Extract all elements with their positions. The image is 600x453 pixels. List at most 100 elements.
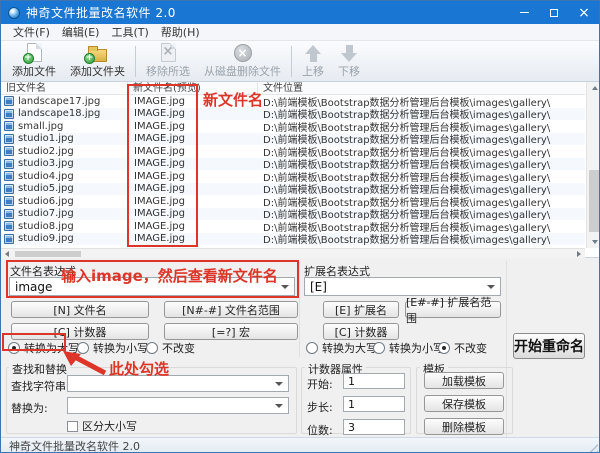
scroll-down-button[interactable]: [587, 236, 600, 248]
counter-start-label: 开始:: [307, 376, 333, 392]
horizontal-scroll-thumb[interactable]: [15, 251, 81, 257]
menu-item[interactable]: 文件(F): [7, 23, 56, 41]
minimize-icon: [520, 12, 529, 13]
toolbar-separator: [135, 46, 136, 77]
chevron-down-icon[interactable]: [483, 279, 499, 294]
app-window: 神奇文件批量改名软件 2.0 × 文件(F)编辑(E)工具(T)帮助(H) + …: [0, 0, 600, 453]
radio-icon: [306, 342, 318, 354]
insert-extension-button[interactable]: [E] 扩展名: [323, 301, 399, 318]
titlebar: 神奇文件批量改名软件 2.0 ×: [1, 1, 599, 24]
radio-icon: [8, 342, 20, 354]
menu-item[interactable]: 帮助(H): [155, 23, 206, 41]
replace-with-label: 替换为:: [11, 400, 48, 416]
image-file-icon: [4, 109, 14, 119]
minimize-button[interactable]: [509, 1, 539, 24]
new-file-name: IMAGE.jpg: [128, 221, 258, 232]
table-row[interactable]: studio9.jpg IMAGE.jpg D:\前端模板\Bootstrap数…: [1, 233, 585, 246]
chevron-down-icon[interactable]: [271, 399, 287, 412]
toolbar: + 添加文件 + 添加文件夹 × 移除所选 × 从磁盘删除文件: [1, 41, 599, 82]
vertical-scroll-thumb[interactable]: [589, 170, 600, 232]
insert-counter-button[interactable]: [C] 计数器: [11, 323, 149, 340]
find-string-label: 查找字符串:: [11, 378, 70, 394]
vertical-scrollbar[interactable]: [586, 82, 600, 248]
remove-selected-button: × 移除所选: [139, 43, 197, 80]
insert-filename-button[interactable]: [N] 文件名: [11, 301, 149, 318]
move-down-icon: [341, 45, 357, 62]
old-file-name: studio1.jpg: [18, 133, 74, 144]
annotation-input-hint: 输入image，然后查看新文件名: [61, 265, 278, 286]
file-path: D:\前端模板\Bootstrap数据分析管理后台模板\images\galle…: [258, 231, 585, 246]
old-file-name: studio4.jpg: [18, 171, 74, 182]
close-button[interactable]: ×: [569, 1, 599, 24]
new-file-name: IMAGE.jpg: [128, 171, 258, 182]
add-file-button[interactable]: + 添加文件: [5, 43, 63, 80]
menu-item[interactable]: 编辑(E): [56, 23, 106, 41]
image-file-icon: [4, 96, 14, 106]
ext-expression-value: [E]: [310, 280, 327, 294]
counter-start-input[interactable]: [343, 373, 405, 389]
image-file-icon: [4, 221, 14, 231]
file-list: 旧文件名 新文件名(预览) 文件位置 landscape17.jpg IMAGE…: [1, 82, 600, 258]
old-file-name: landscape17.jpg: [18, 96, 100, 107]
status-text: 神奇文件批量改名软件 2.0: [9, 438, 140, 453]
radio-name-unchanged[interactable]: 不改变: [146, 340, 195, 356]
old-file-name: small.jpg: [18, 121, 63, 132]
scroll-right-button[interactable]: [573, 249, 585, 258]
resize-grip[interactable]: [587, 442, 598, 453]
old-file-name: studio3.jpg: [18, 158, 74, 169]
image-file-icon: [4, 171, 14, 181]
new-file-name: IMAGE.jpg: [128, 208, 258, 219]
annotation-arrow-icon: [61, 349, 109, 375]
add-folder-icon: +: [88, 44, 107, 62]
annotation-check-here: 此处勾选: [109, 358, 169, 379]
insert-macro-button[interactable]: [=?] 宏: [164, 323, 298, 340]
name-expression-value: image: [15, 280, 52, 294]
old-file-name: studio5.jpg: [18, 183, 74, 194]
old-file-name: studio2.jpg: [18, 146, 74, 157]
image-file-icon: [4, 121, 14, 131]
horizontal-scrollbar[interactable]: [1, 248, 585, 258]
chevron-down-icon[interactable]: [277, 279, 293, 294]
delete-from-disk-icon: ×: [234, 44, 252, 62]
insert-ext-counter-button[interactable]: [C] 计数器: [323, 323, 399, 340]
window-title: 神奇文件批量改名软件 2.0: [26, 4, 176, 21]
move-up-button: 上移: [295, 43, 331, 80]
load-template-button[interactable]: 加载模板: [424, 372, 504, 389]
chevron-down-icon[interactable]: [271, 377, 287, 390]
old-file-name: studio9.jpg: [18, 233, 74, 244]
maximize-button[interactable]: [539, 1, 569, 24]
toolbar-separator: [291, 46, 292, 77]
add-file-icon: +: [27, 43, 42, 62]
radio-ext-uppercase[interactable]: 转换为大写: [306, 340, 377, 356]
scroll-left-button[interactable]: [1, 249, 13, 258]
delete-template-button[interactable]: 删除模板: [424, 418, 504, 435]
radio-ext-lowercase[interactable]: 转换为小写: [373, 340, 444, 356]
save-template-button[interactable]: 保存模板: [424, 395, 504, 412]
menubar: 文件(F)编辑(E)工具(T)帮助(H): [1, 24, 599, 41]
column-header-path[interactable]: 文件位置: [258, 82, 585, 94]
counter-step-input[interactable]: [343, 396, 405, 412]
app-icon: [8, 7, 20, 19]
scroll-up-button[interactable]: [587, 82, 600, 94]
counter-digits-label: 位数:: [307, 422, 333, 438]
new-file-name: IMAGE.jpg: [128, 146, 258, 157]
new-file-name: IMAGE.jpg: [128, 133, 258, 144]
radio-icon: [146, 342, 158, 354]
image-file-icon: [4, 196, 14, 206]
add-folder-button[interactable]: + 添加文件夹: [63, 43, 132, 80]
case-sensitive-checkbox[interactable]: 区分大小写: [67, 418, 137, 434]
replace-with-combo[interactable]: [67, 397, 289, 414]
image-file-icon: [4, 184, 14, 194]
file-list-body: landscape17.jpg IMAGE.jpg D:\前端模板\Bootst…: [1, 95, 585, 248]
counter-digits-input[interactable]: [343, 419, 405, 435]
insert-extension-range-button[interactable]: [E#-#] 扩展名范围: [405, 301, 501, 318]
start-rename-button[interactable]: 开始重命名: [513, 333, 585, 359]
insert-filename-range-button[interactable]: [N#-#] 文件名范围: [164, 301, 298, 318]
column-header-old-name[interactable]: 旧文件名: [1, 82, 128, 94]
remove-selected-icon: ×: [161, 43, 176, 62]
radio-ext-unchanged[interactable]: 不改变: [438, 340, 487, 356]
menu-item[interactable]: 工具(T): [105, 23, 154, 41]
delete-from-disk-button: × 从磁盘删除文件: [197, 43, 288, 80]
find-string-combo[interactable]: [67, 375, 289, 392]
annotation-new-name: 新文件名: [203, 89, 263, 110]
